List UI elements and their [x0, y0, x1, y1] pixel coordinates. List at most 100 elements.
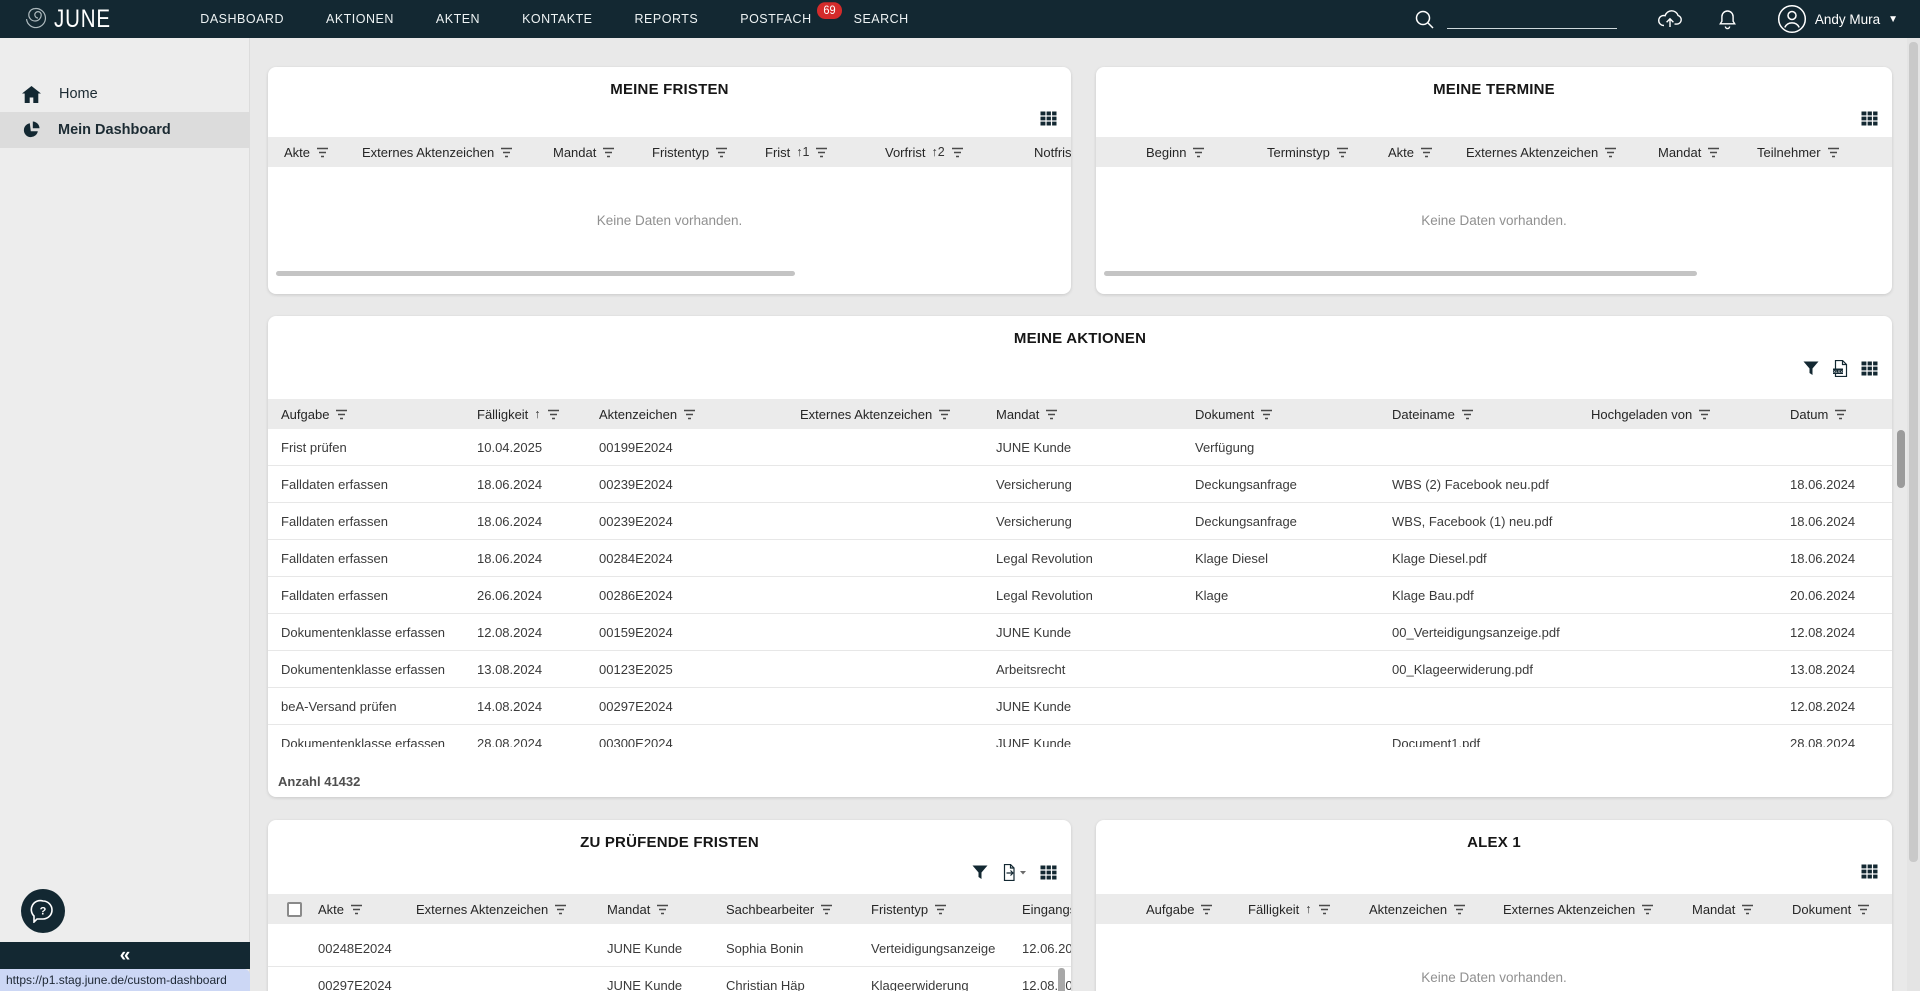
column-header-mandat[interactable]: Mandat — [607, 902, 726, 917]
column-header-fälligkeit[interactable]: Fälligkeit ↑ — [477, 407, 599, 422]
columns-icon[interactable] — [1040, 865, 1057, 880]
column-header-akte[interactable]: Akte — [318, 902, 416, 917]
global-search-input[interactable] — [1446, 9, 1617, 29]
column-header-datum[interactable]: Datum — [1790, 407, 1880, 422]
column-header-mandat[interactable]: Mandat — [996, 407, 1195, 422]
sidebar-item-home[interactable]: Home — [0, 76, 249, 112]
table-cell: 18.06.2024 — [477, 550, 543, 566]
table-row[interactable]: 00248E2024 JUNE Kunde Sophia Bonin Verteidi… — [268, 930, 1071, 967]
column-header-mandat[interactable]: Mandat — [553, 145, 652, 160]
column-header-aktenzeichen[interactable]: Aktenzeichen — [1369, 902, 1503, 917]
logo-rose-icon — [25, 2, 52, 37]
bell-icon[interactable] — [1718, 9, 1737, 30]
nav-item-dashboard[interactable]: DASHBOARD — [179, 12, 305, 27]
page-scrollbar-thumb[interactable] — [1909, 42, 1918, 862]
column-header-aktenzeichen[interactable]: Aktenzeichen — [599, 407, 800, 422]
filter-icon[interactable] — [1803, 361, 1819, 376]
nav-item-akten[interactable]: AKTEN — [415, 12, 501, 27]
cloud-upload-icon[interactable] — [1657, 9, 1683, 29]
column-header-fristentyp[interactable]: Fristentyp — [871, 902, 1022, 917]
filter-lines-icon — [1698, 409, 1711, 420]
column-header-eingangsdatum[interactable]: Eingangsdatum — [1022, 902, 1071, 917]
column-header-beginn[interactable]: Beginn — [1146, 145, 1267, 160]
select-all-checkbox[interactable] — [287, 901, 318, 917]
export-excel-icon[interactable]: XLSX — [1832, 360, 1848, 377]
columns-icon[interactable] — [1861, 361, 1878, 376]
sidebar-collapse-button[interactable]: « — [0, 942, 250, 969]
svg-text:?: ? — [40, 906, 47, 918]
column-header-teilnehmer[interactable]: Teilnehmer — [1757, 145, 1892, 160]
table-cell: 00300E2024 — [599, 735, 673, 748]
table-cell: 10.04.2025 — [477, 439, 543, 455]
table-row[interactable]: Falldaten erfassen 18.06.2024 00239E2024 Ve… — [268, 466, 1892, 503]
column-header-sachbearbeiter[interactable]: Sachbearbeiter — [726, 902, 871, 917]
table-row[interactable]: Dokumentenklasse erfassen 28.08.2024 00300… — [268, 725, 1892, 748]
table-row[interactable]: Dokumentenklasse erfassen 13.08.2024 00123… — [268, 651, 1892, 688]
filter-icon[interactable] — [972, 865, 988, 880]
nav-item-aktionen[interactable]: AKTIONEN — [305, 12, 415, 27]
nav-item-reports[interactable]: REPORTS — [614, 12, 720, 27]
nav-item-kontakte[interactable]: KONTAKTE — [501, 12, 613, 27]
table-row[interactable]: Falldaten erfassen 18.06.2024 00239E2024 Ve… — [268, 503, 1892, 540]
card-toolbar — [1861, 864, 1878, 879]
column-header-externes-aktenzeichen[interactable]: Externes Aktenzeichen — [800, 407, 996, 422]
status-bar-url: https://p1.stag.june.de/custom-dashboard — [0, 969, 250, 991]
table-cell: Klage Diesel.pdf — [1392, 550, 1487, 566]
nav-item-postfach[interactable]: POSTFACH 69 — [719, 2, 842, 26]
filter-lines-icon — [1336, 147, 1349, 158]
column-header-mandat[interactable]: Mandat — [1658, 145, 1757, 160]
column-header-akte[interactable]: Akte — [284, 145, 362, 160]
table-row[interactable]: Falldaten erfassen 18.06.2024 00284E2024 Le… — [268, 540, 1892, 577]
export-file-icon[interactable] — [1001, 864, 1027, 881]
column-header-externes-aktenzeichen[interactable]: Externes Aktenzeichen — [362, 145, 553, 160]
table-cell: JUNE Kunde — [996, 439, 1072, 455]
column-header-akte[interactable]: Akte — [1388, 145, 1466, 160]
column-header-mandat[interactable]: Mandat — [1692, 902, 1792, 917]
column-header-aufgabe[interactable]: Aufgabe — [281, 407, 477, 422]
dashboard-content: MEINE FRISTEN Akte Externes Aktenzeichen M… — [250, 38, 1920, 991]
table-row[interactable]: beA-Versand prüfen 14.08.2024 00297E2024 JU… — [268, 688, 1892, 725]
column-header-externes-aktenzeichen[interactable]: Externes Aktenzeichen — [1503, 902, 1692, 917]
column-header-notfrist[interactable]: Notfrist — [1034, 145, 1071, 160]
vertical-scrollbar[interactable] — [1058, 968, 1065, 991]
column-header-dokument[interactable]: Dokument — [1792, 902, 1892, 917]
page-scrollbar[interactable] — [1907, 38, 1920, 991]
column-header-fristentyp[interactable]: Fristentyp — [652, 145, 765, 160]
table-row[interactable]: Dokumentenklasse erfassen 12.08.2024 00159… — [268, 614, 1892, 651]
user-menu[interactable]: Andy Mura ▼ — [1777, 4, 1898, 34]
table-cell: 00297E2024 — [599, 698, 673, 714]
column-header-externes-aktenzeichen[interactable]: Externes Aktenzeichen — [1466, 145, 1658, 160]
horizontal-scrollbar[interactable] — [1104, 271, 1884, 276]
column-header-vorfrist[interactable]: Vorfrist ↑2 — [885, 145, 1034, 160]
filter-lines-icon — [1827, 147, 1840, 158]
table-row[interactable]: Frist prüfen 10.04.2025 00199E2024 JUNE Kun… — [268, 429, 1892, 466]
columns-icon[interactable] — [1040, 111, 1057, 126]
column-header-frist[interactable]: Frist ↑1 — [765, 145, 885, 160]
column-header-hochgeladen-von[interactable]: Hochgeladen von — [1591, 407, 1790, 422]
column-header-fälligkeit[interactable]: Fälligkeit ↑ — [1248, 902, 1369, 917]
table-cell: 00159E2024 — [599, 624, 673, 640]
column-header-aufgabe[interactable]: Aufgabe — [1146, 902, 1248, 917]
column-header-dateiname[interactable]: Dateiname — [1392, 407, 1591, 422]
table-row[interactable]: Falldaten erfassen 26.06.2024 00286E2024 Le… — [268, 577, 1892, 614]
column-header-terminstyp[interactable]: Terminstyp — [1267, 145, 1388, 160]
inner-scrollbar-thumb[interactable] — [1897, 430, 1905, 488]
sidebar-item-mein-dashboard[interactable]: Mein Dashboard — [0, 112, 249, 148]
column-header-externes-aktenzeichen[interactable]: Externes Aktenzeichen — [416, 902, 607, 917]
nav-item-search[interactable]: SEARCH — [833, 12, 930, 27]
help-button[interactable]: ? — [21, 889, 65, 933]
horizontal-scrollbar[interactable] — [276, 271, 1063, 276]
columns-icon[interactable] — [1861, 111, 1878, 126]
column-header-dokument[interactable]: Dokument — [1195, 407, 1392, 422]
table-cell: JUNE Kunde — [607, 977, 683, 991]
card-toolbar — [972, 864, 1057, 881]
card-title: ZU PRÜFENDE FRISTEN — [580, 834, 759, 851]
filter-lines-icon — [1707, 147, 1720, 158]
table-header-row: Akte Externes Aktenzeichen Mandat Fristenty… — [268, 137, 1071, 167]
table-row[interactable]: 00297E2024 JUNE Kunde Christian Häp Klageer… — [268, 967, 1071, 991]
columns-icon[interactable] — [1861, 864, 1878, 879]
card-meine-fristen: MEINE FRISTEN Akte Externes Aktenzeichen M… — [268, 67, 1071, 294]
card-title: MEINE TERMINE — [1433, 81, 1555, 98]
card-title: MEINE FRISTEN — [610, 81, 729, 98]
search-icon[interactable] — [1414, 9, 1435, 30]
